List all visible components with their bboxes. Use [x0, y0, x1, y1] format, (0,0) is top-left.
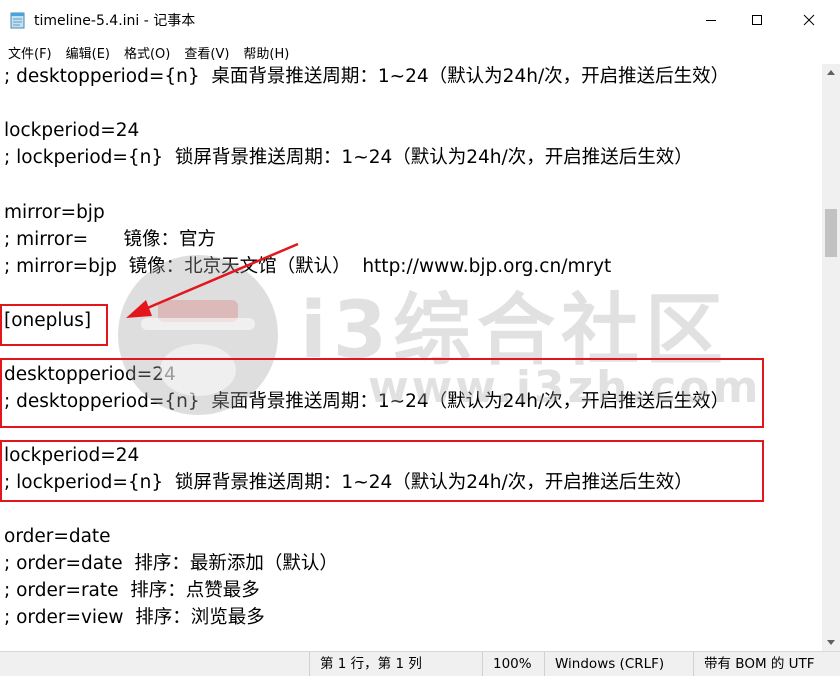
editor-line: order=date	[4, 526, 111, 547]
status-line-ending: Windows (CRLF)	[544, 652, 664, 676]
editor-line: lockperiod=24	[4, 120, 140, 141]
editor-line: ; desktopperiod={n} 桌面背景推送周期：1~24（默认为24h…	[4, 66, 730, 87]
close-icon	[803, 14, 815, 26]
scroll-up-icon[interactable]	[822, 64, 840, 81]
maximize-button[interactable]	[734, 0, 780, 40]
title-bar[interactable]: timeline-5.4.ini - 记事本	[0, 0, 840, 40]
window-title: timeline-5.4.ini - 记事本	[34, 13, 196, 29]
status-cursor-position: 第 1 行，第 1 列	[309, 652, 422, 676]
minimize-button[interactable]	[688, 0, 734, 40]
editor-line: ; lockperiod={n} 锁屏背景推送周期：1~24（默认为24h/次，…	[4, 147, 693, 168]
menu-format[interactable]: 格式(O)	[116, 43, 176, 62]
status-zoom: 100%	[482, 652, 532, 676]
annotation-box-desktopperiod	[0, 358, 764, 428]
status-encoding: 带有 BOM 的 UTF	[693, 652, 815, 676]
editor-line: ; order=view 排序：浏览最多	[4, 607, 265, 628]
annotation-box-oneplus	[0, 304, 108, 346]
minimize-icon	[706, 20, 716, 21]
close-button[interactable]	[786, 0, 832, 40]
menu-file[interactable]: 文件(F)	[0, 43, 58, 62]
status-bar: 第 1 行，第 1 列 100% Windows (CRLF) 带有 BOM 的…	[0, 651, 840, 676]
menu-edit[interactable]: 编辑(E)	[58, 43, 116, 62]
menu-view[interactable]: 查看(V)	[176, 43, 235, 62]
scroll-down-icon[interactable]	[822, 634, 840, 651]
notepad-icon	[10, 11, 26, 29]
vertical-scrollbar[interactable]	[822, 64, 840, 651]
editor-line: ; order=date 排序：最新添加（默认）	[4, 553, 338, 574]
scrollbar-thumb[interactable]	[825, 209, 837, 257]
menu-help[interactable]: 帮助(H)	[235, 43, 295, 62]
editor-line: ; order=rate 排序：点赞最多	[4, 580, 260, 601]
editor-line: mirror=bjp	[4, 202, 105, 223]
annotation-box-lockperiod	[0, 440, 764, 502]
menu-bar: 文件(F) 编辑(E) 格式(O) 查看(V) 帮助(H)	[0, 40, 840, 64]
maximize-icon	[752, 15, 762, 25]
